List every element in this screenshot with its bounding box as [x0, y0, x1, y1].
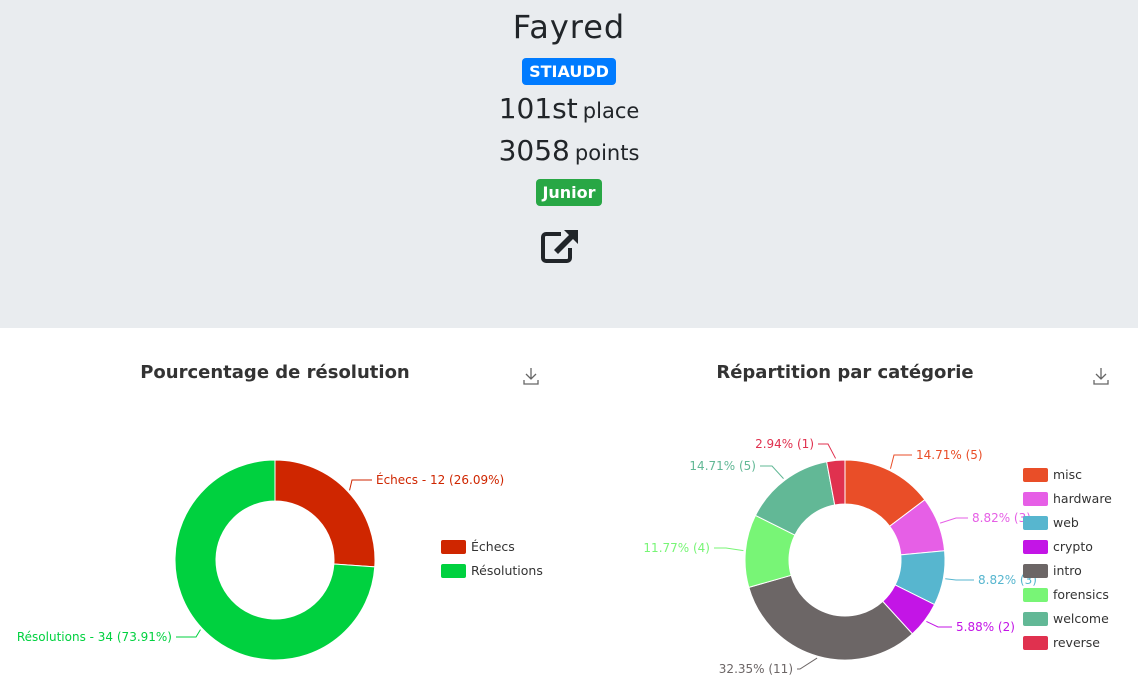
data-label: 2.94% (1) [755, 437, 814, 451]
label-connector [349, 479, 372, 491]
score: 3058 points [0, 134, 1138, 167]
legend-item-forensics[interactable]: forensics [1053, 587, 1109, 602]
user-name: Fayred [512, 8, 626, 46]
label-connector [889, 454, 912, 469]
place-number: 101st [498, 92, 578, 125]
legend-swatch[interactable] [1023, 540, 1048, 554]
legend-swatch[interactable] [441, 540, 466, 554]
profile-header: Fayred STIAUDD 101st place 3058 points J… [0, 0, 1138, 328]
pie-slice-intro[interactable] [748, 574, 914, 661]
legend-item-résolutions[interactable]: Résolutions [471, 563, 543, 578]
label-connector [939, 517, 968, 524]
ranking: 101st place [0, 92, 1138, 125]
legend-swatch[interactable] [1023, 612, 1048, 626]
legend-swatch[interactable] [1023, 492, 1048, 506]
league-badge-row: Junior [0, 179, 1138, 206]
legend-swatch[interactable] [1023, 636, 1048, 650]
external-link-icon[interactable] [540, 228, 580, 264]
label-connector [945, 578, 974, 581]
team-badge-row: STIAUDD [0, 58, 1138, 85]
team-badge[interactable]: STIAUDD [522, 58, 616, 85]
data-label: 5.88% (2) [956, 620, 1015, 634]
legend-item-hardware[interactable]: hardware [1053, 491, 1112, 506]
legend-swatch[interactable] [441, 564, 466, 578]
data-label: Résolutions - 34 (73.91%) [17, 630, 172, 644]
legend-item-welcome[interactable]: welcome [1053, 611, 1109, 626]
label-connector [760, 465, 784, 479]
points-label: points [574, 141, 640, 165]
legend-swatch[interactable] [1023, 468, 1048, 482]
data-label: Échecs - 12 (26.09%) [376, 472, 504, 487]
legend-swatch[interactable] [1023, 564, 1048, 578]
legend-item-intro[interactable]: intro [1053, 563, 1082, 578]
label-connector [926, 621, 952, 628]
legend-item-échecs[interactable]: Échecs [471, 539, 515, 554]
label-connector [818, 443, 837, 459]
charts-area: Échecs - 12 (26.09%) Résolutions - 34 (73… [17, 437, 1112, 676]
label-connector [176, 629, 201, 638]
label-connector [797, 657, 818, 670]
legend-item-web[interactable]: web [1053, 515, 1079, 530]
data-label: 8.82% (3) [972, 511, 1031, 525]
label-connector [714, 547, 744, 552]
data-label: 32.35% (11) [719, 662, 793, 676]
legend-item-reverse[interactable]: reverse [1053, 635, 1100, 650]
points-number: 3058 [498, 134, 570, 167]
league-badge[interactable]: Junior [536, 179, 602, 206]
pie-slice-échecs[interactable] [274, 459, 376, 568]
legend-item-crypto[interactable]: crypto [1053, 539, 1093, 554]
data-label: 14.71% (5) [689, 459, 756, 473]
data-label: 11.77% (4) [643, 541, 710, 555]
place-label: place [582, 99, 640, 123]
legend-item-misc[interactable]: misc [1053, 467, 1082, 482]
legend-swatch[interactable] [1023, 516, 1048, 530]
data-label: 14.71% (5) [916, 448, 983, 462]
legend-swatch[interactable] [1023, 588, 1048, 602]
